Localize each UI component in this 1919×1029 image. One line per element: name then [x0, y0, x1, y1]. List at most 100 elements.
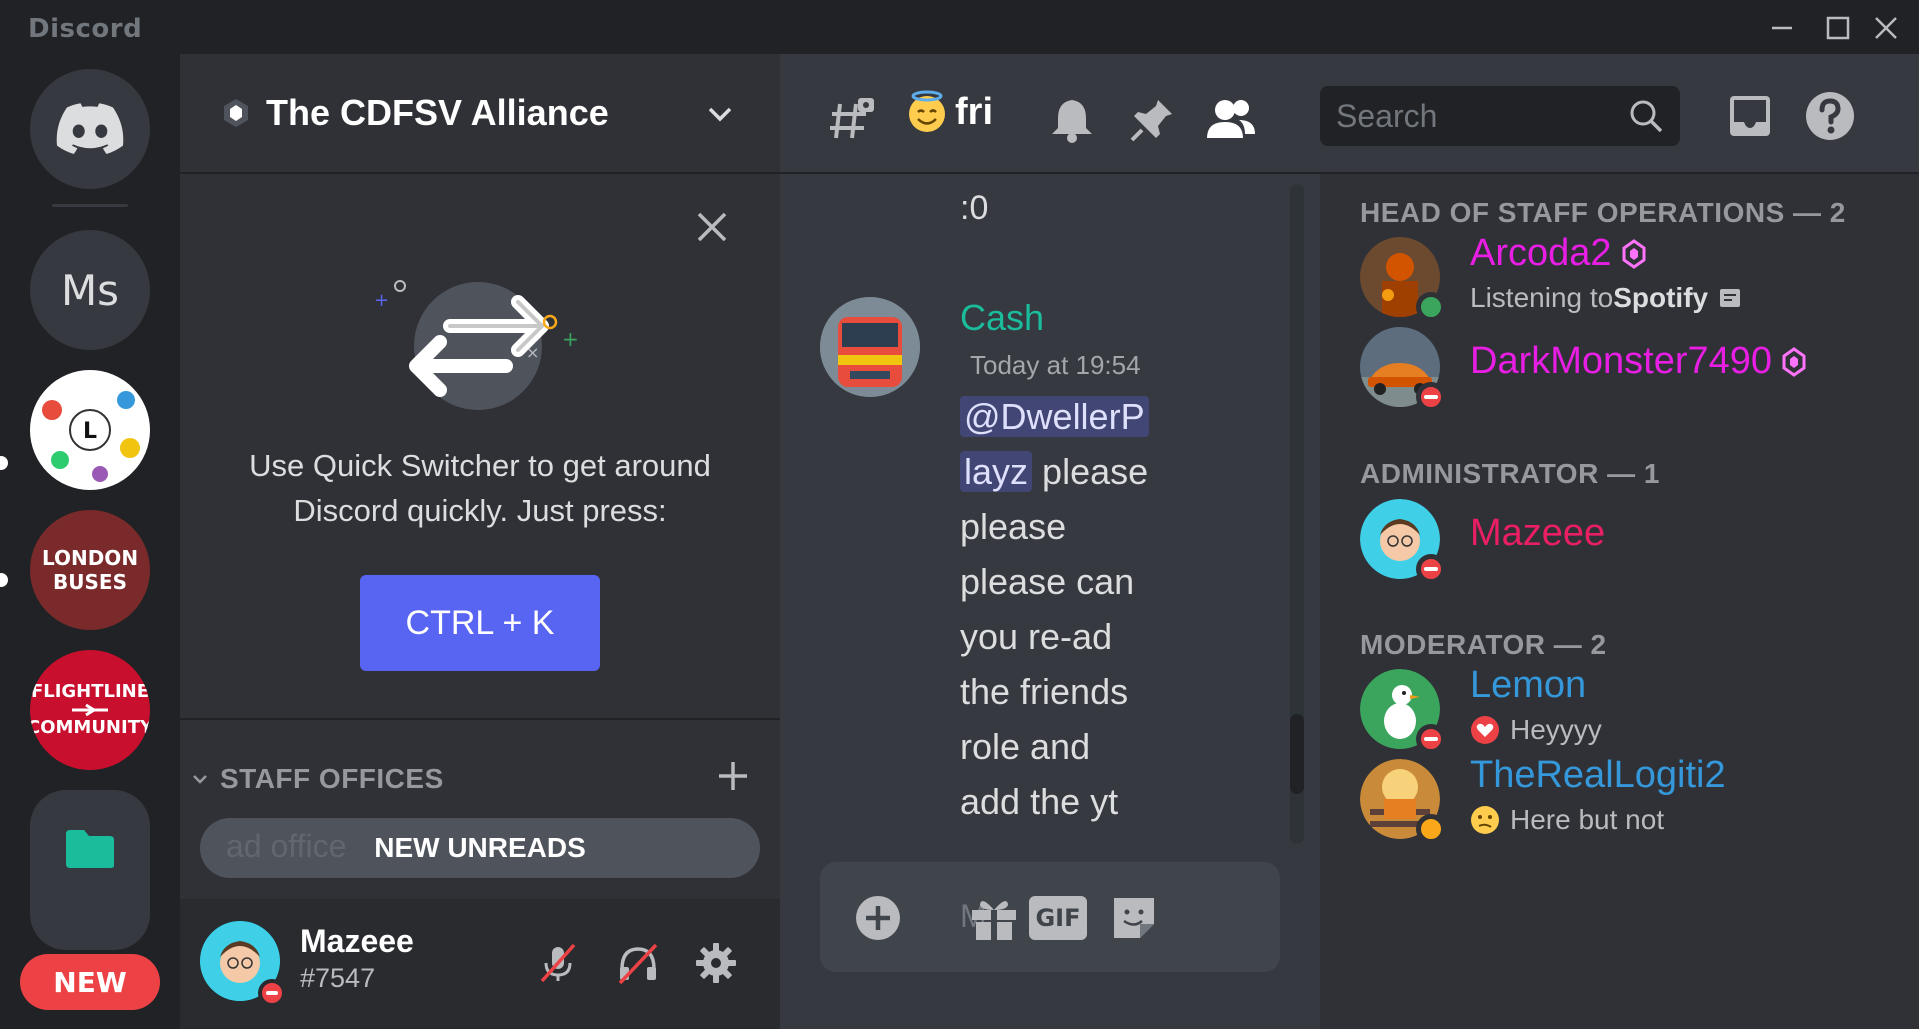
sticker-button[interactable] — [1104, 888, 1164, 948]
chill-lounge-logo-icon: L — [32, 372, 148, 488]
channel-name-text: fri — [955, 90, 993, 133]
app-name: Discord — [28, 14, 143, 44]
member-name: TheRealLogiti2 — [1470, 754, 1726, 797]
channel-panel: The CDFSV Alliance + + × Use Quick Switc… — [180, 54, 780, 1029]
svg-text:L: L — [83, 419, 97, 444]
member-list-button[interactable] — [1200, 90, 1260, 150]
scrollbar-thumb[interactable] — [1290, 714, 1304, 794]
message-line: layz please — [960, 444, 1180, 499]
nitro-boost-icon — [1782, 346, 1806, 377]
server-name: The CDFSV Alliance — [266, 92, 609, 133]
unread-indicator — [0, 456, 8, 470]
server-ms[interactable]: Ms — [30, 230, 150, 350]
search-input[interactable] — [1336, 94, 1616, 138]
new-unreads-bar[interactable]: ad office NEW UNREADS — [200, 818, 760, 878]
minimize-button[interactable] — [1758, 10, 1806, 46]
gift-icon — [972, 901, 1016, 940]
inbox-icon — [1730, 96, 1770, 136]
plus-icon — [719, 762, 747, 790]
home-button[interactable] — [30, 69, 150, 189]
maximize-button[interactable] — [1814, 10, 1862, 46]
dnd-status-icon — [258, 979, 286, 1007]
inbox-button[interactable] — [1720, 86, 1780, 146]
member-name: Arcoda2 — [1470, 232, 1646, 275]
server-london-buses[interactable]: LONDON BUSES — [30, 510, 150, 630]
gif-button[interactable]: GIF — [1028, 888, 1088, 948]
bell-icon — [1052, 100, 1092, 143]
quick-switcher-illustration: + + × — [350, 254, 610, 438]
help-icon — [1806, 92, 1854, 140]
search-box[interactable] — [1320, 86, 1680, 146]
member-list-pane: HEAD OF STAFF OPERATIONS — 2 Arcoda2 Lis… — [1320, 54, 1919, 1029]
add-attachment-icon — [856, 896, 900, 940]
message-text: please — [1042, 451, 1149, 492]
gif-icon: GIF — [1029, 896, 1087, 940]
flight-line1: FLIGHTLINE — [30, 680, 150, 702]
new-servers-badge[interactable]: NEW — [20, 954, 160, 1010]
role-header: HEAD OF STAFF OPERATIONS — 2 — [1360, 197, 1846, 228]
heart-emoji-icon — [1471, 716, 1499, 744]
chat-scrollbar[interactable] — [1290, 184, 1304, 844]
sticker-icon — [1114, 898, 1154, 938]
svg-text:×: × — [526, 343, 539, 362]
quick-switcher-text: Use Quick Switcher to get around Discord… — [249, 448, 711, 528]
category-staff-offices[interactable]: STAFF OFFICES — [190, 754, 770, 804]
custom-status-text: Heyyyy — [1510, 714, 1602, 745]
minimize-icon — [1772, 26, 1792, 30]
user-tag: #7547 — [300, 963, 376, 993]
online-status-icon — [1416, 292, 1446, 322]
threads-button[interactable] — [822, 90, 882, 150]
notifications-button[interactable] — [1042, 90, 1102, 150]
member-name-text: DarkMonster7490 — [1470, 340, 1773, 382]
user-settings-button[interactable] — [688, 935, 744, 991]
member-item[interactable]: DarkMonster7490 — [1360, 322, 1900, 412]
message-line: add the yt — [960, 781, 1119, 822]
chat-area: fri :0 Cash Today at 19:54 @DwellerP lay… — [780, 54, 1320, 1029]
member-item[interactable]: Arcoda2 Listening to Spotify — [1360, 232, 1900, 322]
message-line: please — [960, 506, 1067, 547]
member-activity: Listening to Spotify — [1470, 282, 1742, 314]
close-icon — [1875, 17, 1897, 39]
server-header[interactable]: The CDFSV Alliance — [180, 54, 780, 174]
role-header: MODERATOR — 2 — [1360, 629, 1607, 660]
custom-status-text: Here but not — [1510, 804, 1665, 835]
toolbar — [1320, 54, 1919, 174]
deafen-button[interactable] — [610, 935, 666, 991]
panel-divider — [180, 718, 780, 720]
gift-button[interactable] — [964, 888, 1024, 948]
message-line: you re-ad — [960, 616, 1113, 657]
user-mention[interactable]: @DwellerP — [960, 396, 1149, 437]
message-timestamp: Today at 19:54 — [970, 350, 1141, 380]
server-folder[interactable] — [30, 790, 150, 950]
help-button[interactable] — [1800, 86, 1860, 146]
gear-icon — [696, 943, 736, 983]
message-composer[interactable]: M GIF — [820, 862, 1280, 972]
mute-button[interactable] — [530, 935, 586, 991]
server-flightline[interactable]: FLIGHTLINE COMMUNITY — [30, 650, 150, 770]
add-channel-button[interactable] — [716, 758, 750, 800]
message-author[interactable]: Cash — [960, 297, 1044, 339]
quick-switcher-shortcut-button[interactable]: CTRL + K — [360, 575, 600, 671]
user-mention[interactable]: layz — [960, 451, 1033, 492]
avatar[interactable] — [820, 297, 920, 397]
server-chill-lounge[interactable]: L — [30, 370, 150, 490]
role-header: ADMINISTRATOR — 1 — [1360, 458, 1660, 489]
add-attachment-button[interactable] — [848, 888, 908, 948]
train-avatar-icon — [820, 297, 920, 397]
switch-arrows-icon: + + × — [374, 280, 579, 410]
quick-switcher-close-button[interactable] — [694, 209, 730, 249]
idle-status-icon — [1416, 814, 1446, 844]
mic-muted-icon — [540, 943, 576, 983]
pin-icon — [1130, 100, 1172, 142]
message-line: the friends — [960, 671, 1129, 712]
headphones-muted-icon — [618, 943, 658, 985]
member-item[interactable]: Mazeee — [1360, 494, 1900, 584]
close-window-button[interactable] — [1862, 10, 1910, 46]
member-item[interactable]: TheRealLogiti2 Here but not — [1360, 754, 1900, 844]
confused-emoji-icon — [1471, 806, 1499, 834]
pinned-messages-button[interactable] — [1122, 90, 1182, 150]
svg-text:+: + — [374, 290, 389, 311]
nitro-boost-icon — [1622, 238, 1646, 269]
member-item[interactable]: Lemon Heyyyy — [1360, 664, 1900, 754]
server-ms-label: Ms — [60, 265, 120, 315]
